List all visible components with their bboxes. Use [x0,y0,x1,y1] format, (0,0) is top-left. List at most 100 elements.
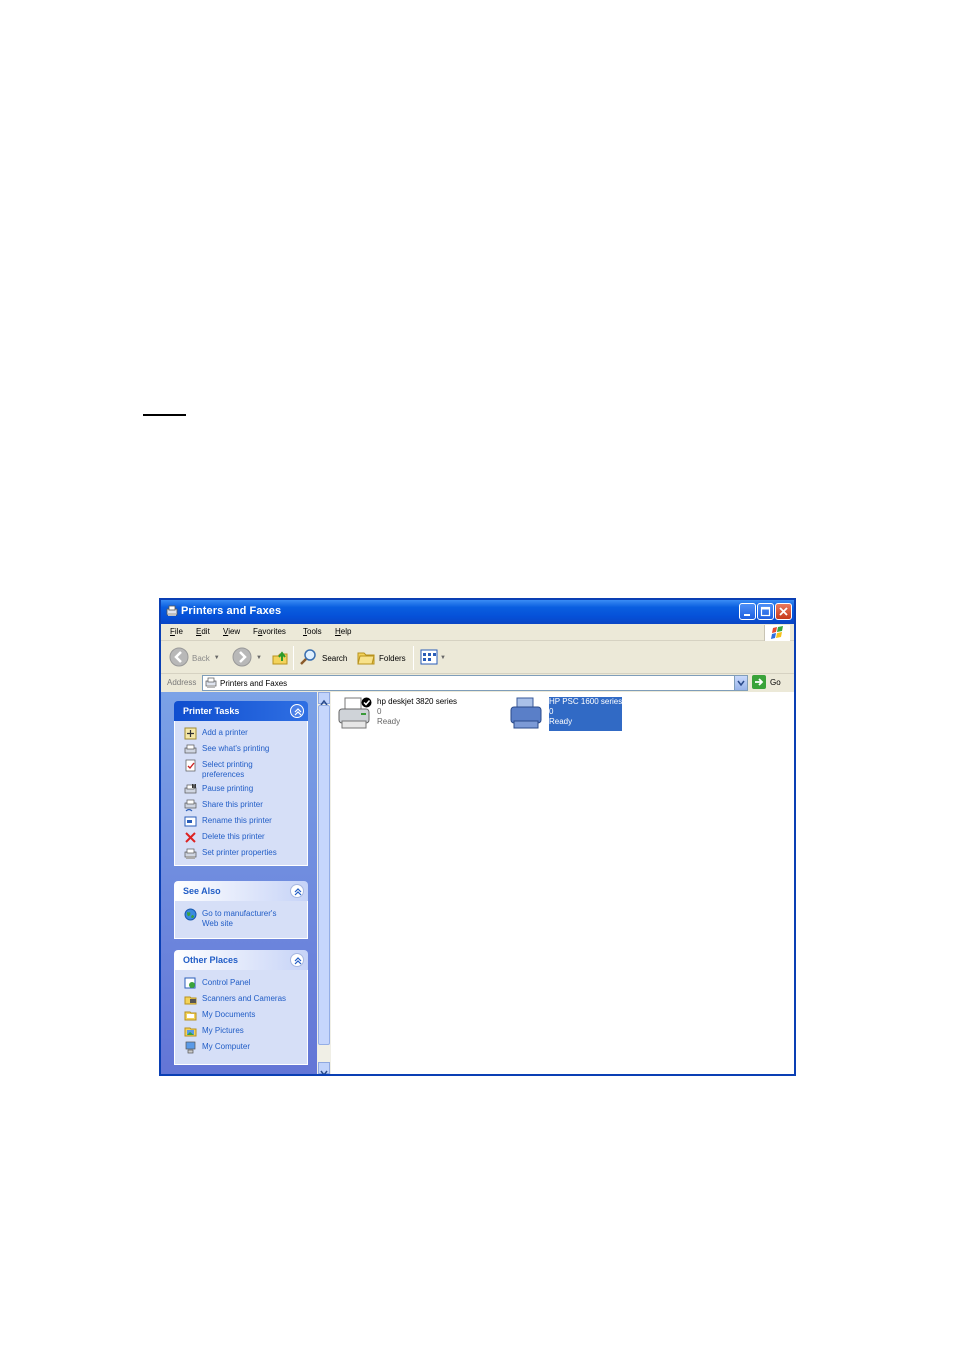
task-see-printing[interactable]: See what's printing [184,744,269,756]
menu-tools-rest: ools [307,627,322,636]
menu-bar: File Edit View Favorites Tools Help [161,624,794,641]
task-preferences[interactable]: Select printing preferences [184,759,272,780]
preferences-icon [184,759,197,772]
printer-tasks-title: Printer Tasks [183,706,240,716]
go-label: Go [770,677,781,687]
forward-button[interactable]: ▼ [232,647,262,669]
menu-view[interactable]: View [223,627,240,636]
explorer-window: Printers and Faxes File Edit View Favori… [159,598,796,1076]
see-also-header[interactable]: See Also [174,881,308,901]
pause-printer-icon [184,783,197,796]
back-button[interactable]: Back ▼ [169,647,220,669]
task-delete-printer[interactable]: Delete this printer [184,832,265,844]
printers-folder-icon [165,604,179,618]
other-places-panel: Control Panel Scanners and Cameras My Do… [174,970,308,1065]
scroll-thumb[interactable] [318,705,330,1045]
task-label: Share this printer [202,800,263,809]
toolbar-separator [413,646,414,670]
menu-file-rest: ile [174,627,183,636]
see-also-title: See Also [183,886,221,896]
go-button[interactable]: Go [752,675,781,689]
place-control-panel[interactable]: Control Panel [184,977,251,990]
other-places-title: Other Places [183,955,239,965]
task-printer-properties[interactable]: Set printer properties [184,848,277,860]
windows-logo-icon [764,625,790,641]
back-arrow-icon [169,647,189,669]
back-dropdown-icon[interactable]: ▼ [214,655,220,661]
place-label: My Pictures [202,1026,244,1035]
printer-info: hp deskjet 3820 series 0 Ready [377,697,457,731]
printer-jobs: 0 [377,707,382,716]
printer-icon [509,697,545,731]
printer-jobs: 0 [549,707,554,716]
printer-queue-icon [184,743,197,756]
search-label: Search [322,653,348,663]
maximize-button[interactable] [757,603,774,620]
views-dropdown-icon[interactable]: ▼ [440,655,446,661]
task-label: Add a printer [202,728,248,737]
default-printer-check-icon [361,697,372,711]
toolbar: Back ▼ ▼ Search Folders ▼ [161,642,794,674]
task-label: Delete this printer [202,832,265,841]
menu-edit[interactable]: Edit [196,627,210,636]
address-input[interactable]: Printers and Faxes [202,675,748,691]
folders-button[interactable]: Folders [356,648,406,668]
close-button[interactable] [775,603,792,620]
other-places-header[interactable]: Other Places [174,950,308,970]
views-icon [419,647,439,669]
title-bar[interactable]: Printers and Faxes [161,600,794,624]
up-folder-button[interactable] [270,648,290,668]
file-view[interactable]: hp deskjet 3820 series 0 Ready HP PSC 16… [331,692,794,1074]
task-pane: Printer Tasks Add a printer See what's p… [161,692,317,1074]
task-add-printer[interactable]: Add a printer [184,727,248,740]
collapse-chevron-icon[interactable] [290,953,304,967]
collapse-chevron-icon[interactable] [290,704,304,718]
globe-icon [184,908,197,921]
place-my-pictures[interactable]: My Pictures [184,1026,244,1038]
printer-tasks-header[interactable]: Printer Tasks [174,701,308,721]
minimize-button[interactable] [739,603,756,620]
place-my-computer[interactable]: My Computer [184,1041,250,1054]
task-rename-printer[interactable]: Rename this printer [184,816,272,828]
forward-dropdown-icon[interactable]: ▼ [256,655,262,661]
place-label: Control Panel [202,978,251,987]
scroll-down-button[interactable] [318,1062,330,1074]
search-button[interactable]: Search [299,648,347,668]
task-label: Go to manufacturer's Web site [202,909,277,928]
rename-icon [184,815,197,828]
toolbar-separator [293,646,294,670]
see-also-panel: Go to manufacturer's Web site [174,901,308,939]
printer-item-deskjet[interactable]: hp deskjet 3820 series 0 Ready [337,697,457,731]
menu-help-rest: elp [340,627,352,636]
menu-help[interactable]: Help [335,627,351,636]
vertical-scrollbar[interactable] [317,692,331,1074]
place-label: Scanners and Cameras [202,994,287,1003]
menu-favorites-rest: vorites [262,627,286,636]
menu-tools[interactable]: Tools [303,627,322,636]
views-button[interactable]: ▼ [419,648,446,668]
go-arrow-icon [752,675,766,689]
menu-view-rest: iew [228,627,241,636]
task-manufacturer-site[interactable]: Go to manufacturer's Web site [184,908,292,929]
menu-edit-rest: dit [201,627,210,636]
printer-item-psc[interactable]: HP PSC 1600 series 0 Ready [509,697,623,731]
printer-tasks-panel: Add a printer See what's printing Select… [174,721,308,866]
task-share-printer[interactable]: Share this printer [184,799,263,812]
scroll-up-button[interactable] [318,692,330,706]
menu-file[interactable]: File [170,627,183,636]
place-scanners-cameras[interactable]: Scanners and Cameras [184,994,286,1006]
task-label: Set printer properties [202,848,277,857]
pictures-icon [184,1025,197,1038]
delete-icon [184,831,197,844]
address-value: Printers and Faxes [220,679,288,688]
task-label: See what's printing [202,744,270,753]
place-my-documents[interactable]: My Documents [184,1010,255,1022]
task-pause-printing[interactable]: Pause printing [184,784,253,796]
address-label: Address [167,678,197,687]
menu-favorites[interactable]: Favorites [253,627,286,636]
computer-icon [184,1041,197,1054]
forward-arrow-icon [232,647,252,669]
collapse-chevron-icon[interactable] [290,884,304,898]
place-label: My Documents [202,1010,256,1019]
address-dropdown-icon[interactable] [734,676,747,690]
